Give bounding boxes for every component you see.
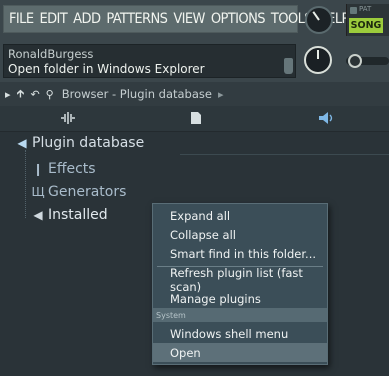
- speaker-icon: ◀: [17, 136, 27, 150]
- menu-item-expand-all[interactable]: Expand all: [153, 206, 327, 225]
- menu-patterns[interactable]: PATTERNS: [104, 11, 171, 27]
- song-mode-button[interactable]: SONG: [349, 18, 383, 33]
- menu-item-smart-find[interactable]: Smart find in this folder...: [153, 244, 327, 263]
- menu-item-refresh-plugin-list[interactable]: Refresh plugin list (fast scan): [153, 266, 327, 294]
- main-menu-bar: FILE EDIT ADD PATTERNS VIEW OPTIONS TOOL…: [0, 0, 389, 42]
- search-icon[interactable]: ⚲: [46, 88, 54, 101]
- menu-add[interactable]: ADD: [71, 11, 104, 27]
- tree-item-label: Installed: [48, 207, 108, 223]
- context-menu: Expand all Collapse all Smart find in th…: [152, 203, 328, 365]
- menu-item-label: Manage plugins: [170, 291, 261, 306]
- piano-keys-icon: Щ: [31, 185, 45, 199]
- menu-item-label: Collapse all: [170, 227, 236, 242]
- effect-plug-icon: ❙: [32, 162, 44, 176]
- pat-song-toggle[interactable]: PAT SONG: [346, 4, 389, 36]
- tree-item-label: Plugin database: [32, 135, 145, 151]
- menu-item-collapse-all[interactable]: Collapse all: [153, 225, 327, 244]
- menu-item-windows-shell-menu[interactable]: Windows shell menu: [153, 324, 327, 343]
- master-knob[interactable]: [305, 6, 333, 34]
- menu-item-manage-plugins[interactable]: Manage plugins: [153, 289, 327, 308]
- tree-item-label: Effects: [48, 161, 96, 177]
- menu-section-header: System: [153, 308, 327, 322]
- tree-item-label: Generators: [48, 184, 127, 200]
- master-volume-knob[interactable]: [304, 46, 332, 74]
- browser-title: Browser - Plugin database: [61, 87, 212, 101]
- tree-item-installed[interactable]: ◀ Installed: [28, 204, 108, 226]
- plug-icon: [284, 58, 293, 74]
- menu-item-open[interactable]: Open: [153, 343, 327, 362]
- tree-item-effects[interactable]: ❙ Effects: [28, 158, 96, 180]
- divider: [180, 154, 389, 155]
- tree-item-plugin-database[interactable]: ◀ Plugin database: [12, 132, 144, 154]
- menu-row: FILE EDIT ADD PATTERNS VIEW OPTIONS TOOL…: [3, 5, 349, 33]
- up-arrow-icon[interactable]: 🡱: [17, 85, 25, 104]
- speaker-icon[interactable]: [318, 111, 334, 125]
- menu-options[interactable]: OPTIONS: [209, 11, 269, 27]
- undo-arrow-icon[interactable]: ↶: [30, 88, 39, 101]
- led-indicator-icon: [350, 7, 357, 14]
- pitch-slider-handle[interactable]: [348, 54, 362, 68]
- menu-edit[interactable]: EDIT: [37, 11, 71, 27]
- chevron-right-icon[interactable]: ▸: [218, 88, 224, 101]
- menu-item-label: Open: [170, 345, 201, 360]
- menu-item-label: Smart find in this folder...: [170, 246, 317, 261]
- tree-connector: [25, 150, 26, 218]
- pat-label: PAT: [359, 5, 372, 13]
- browser-toolbar: [0, 106, 389, 132]
- hint-title: RonaldBurgess: [8, 47, 94, 61]
- menu-file[interactable]: FILE: [7, 11, 37, 27]
- menu-item-label: Windows shell menu: [170, 326, 289, 341]
- speaker-icon: ◀: [33, 208, 43, 222]
- hint-text: Open folder in Windows Explorer: [8, 62, 205, 76]
- menu-item-label: Expand all: [170, 208, 231, 223]
- browser-title-bar: ▸ 🡱 ↶ ⚲ Browser - Plugin database ▸: [0, 82, 389, 106]
- menu-view[interactable]: VIEW: [171, 11, 209, 27]
- play-arrow-icon[interactable]: ▸: [5, 88, 11, 101]
- waveform-icon[interactable]: [60, 112, 76, 124]
- hint-panel: RonaldBurgess Open folder in Windows Exp…: [3, 44, 296, 78]
- document-icon[interactable]: [190, 111, 202, 125]
- tree-item-generators[interactable]: Щ Generators: [28, 181, 126, 203]
